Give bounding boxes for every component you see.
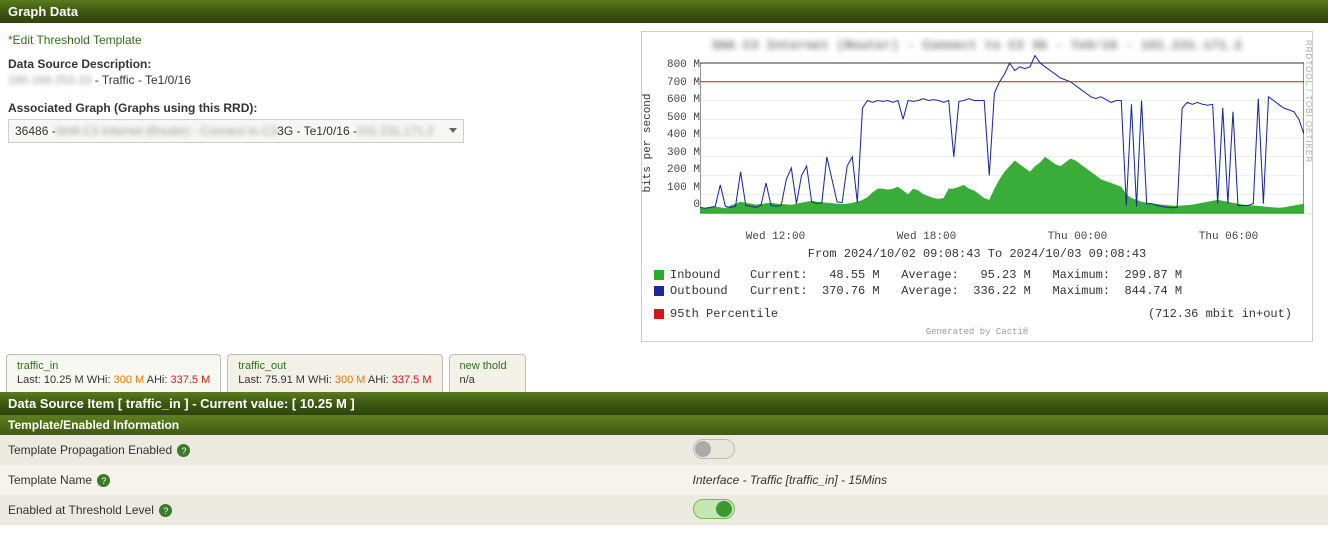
rrdtool-watermark: RRDTOOL / TOBI OETIKER (1304, 40, 1313, 163)
graph-canvas: bits per second 800 M700 M600 M500 M400 … (642, 55, 1312, 231)
tab-new-thold[interactable]: new thold n/a (449, 354, 526, 392)
chart-svg (700, 55, 1304, 231)
graph-title: SHA C3 Internet (Router) - Connect to C3… (642, 32, 1312, 55)
legend-inbound: Inbound Current: 48.55 M Average: 95.23 … (654, 267, 1300, 283)
swatch-outbound (654, 286, 664, 296)
settings-table: Template Propagation Enabled ? Template … (0, 435, 1328, 525)
help-icon[interactable]: ? (177, 444, 190, 457)
edit-threshold-link[interactable]: *Edit Threshold Template (8, 33, 633, 47)
legend: Inbound Current: 48.55 M Average: 95.23 … (642, 267, 1312, 325)
tab-traffic-in[interactable]: traffic_in Last: 10.25 M WHi: 300 M AHi:… (6, 354, 221, 392)
graph-data-title: Graph Data (8, 4, 78, 19)
toggle-template-propagation[interactable] (693, 439, 735, 459)
template-name-value: Interface - Traffic [traffic_in] - 15Min… (691, 465, 1328, 495)
top-layout: *Edit Threshold Template Data Source Des… (0, 23, 1328, 350)
ds-item-header: Data Source Item [ traffic_in ] - Curren… (0, 392, 1328, 415)
legend-outbound: Outbound Current: 370.76 M Average: 336.… (654, 283, 1300, 299)
generated-by: Generated by Cacti® (642, 325, 1312, 341)
toggle-enabled-threshold[interactable] (693, 499, 735, 519)
graph-range: From 2024/10/02 09:08:43 To 2024/10/03 0… (642, 243, 1312, 267)
swatch-inbound (654, 270, 664, 280)
assoc-graph-label: Associated Graph (Graphs using this RRD)… (8, 101, 633, 115)
ds-tabs: traffic_in Last: 10.25 M WHi: 300 M AHi:… (0, 350, 1328, 392)
help-icon[interactable]: ? (97, 474, 110, 487)
right-pane: RRDTOOL / TOBI OETIKER SHA C3 Internet (… (641, 23, 1313, 350)
ds-desc-label: Data Source Description: (8, 57, 633, 71)
row-template-name: Template Name ? Interface - Traffic [tra… (0, 465, 1328, 495)
graph-data-header: Graph Data (0, 0, 1328, 23)
help-icon[interactable]: ? (159, 504, 172, 517)
template-enabled-header: Template/Enabled Information (0, 415, 1328, 435)
left-pane: *Edit Threshold Template Data Source Des… (0, 23, 641, 153)
row-template-propagation: Template Propagation Enabled ? (0, 435, 1328, 465)
traffic-graph: RRDTOOL / TOBI OETIKER SHA C3 Internet (… (641, 31, 1313, 342)
tab-traffic-out[interactable]: traffic_out Last: 75.91 M WHi: 300 M AHi… (227, 354, 442, 392)
row-enabled-threshold: Enabled at Threshold Level ? (0, 495, 1328, 525)
assoc-graph-select[interactable]: 36486 - SHA C3 Internet (Router) - Conne… (8, 119, 464, 143)
swatch-95th (654, 309, 664, 319)
y-axis-label: bits per second (642, 55, 660, 231)
ds-desc-value: 180.169.253.33 - Traffic - Te1/0/16 (8, 73, 633, 87)
legend-95th: 95th Percentile (712.36 mbit in+out) (654, 305, 1300, 321)
y-ticks: 800 M700 M600 M500 M400 M300 M200 M100 M… (660, 55, 700, 211)
x-ticks: Wed 12:00Wed 18:00Thu 00:00Thu 06:00 (700, 231, 1304, 243)
